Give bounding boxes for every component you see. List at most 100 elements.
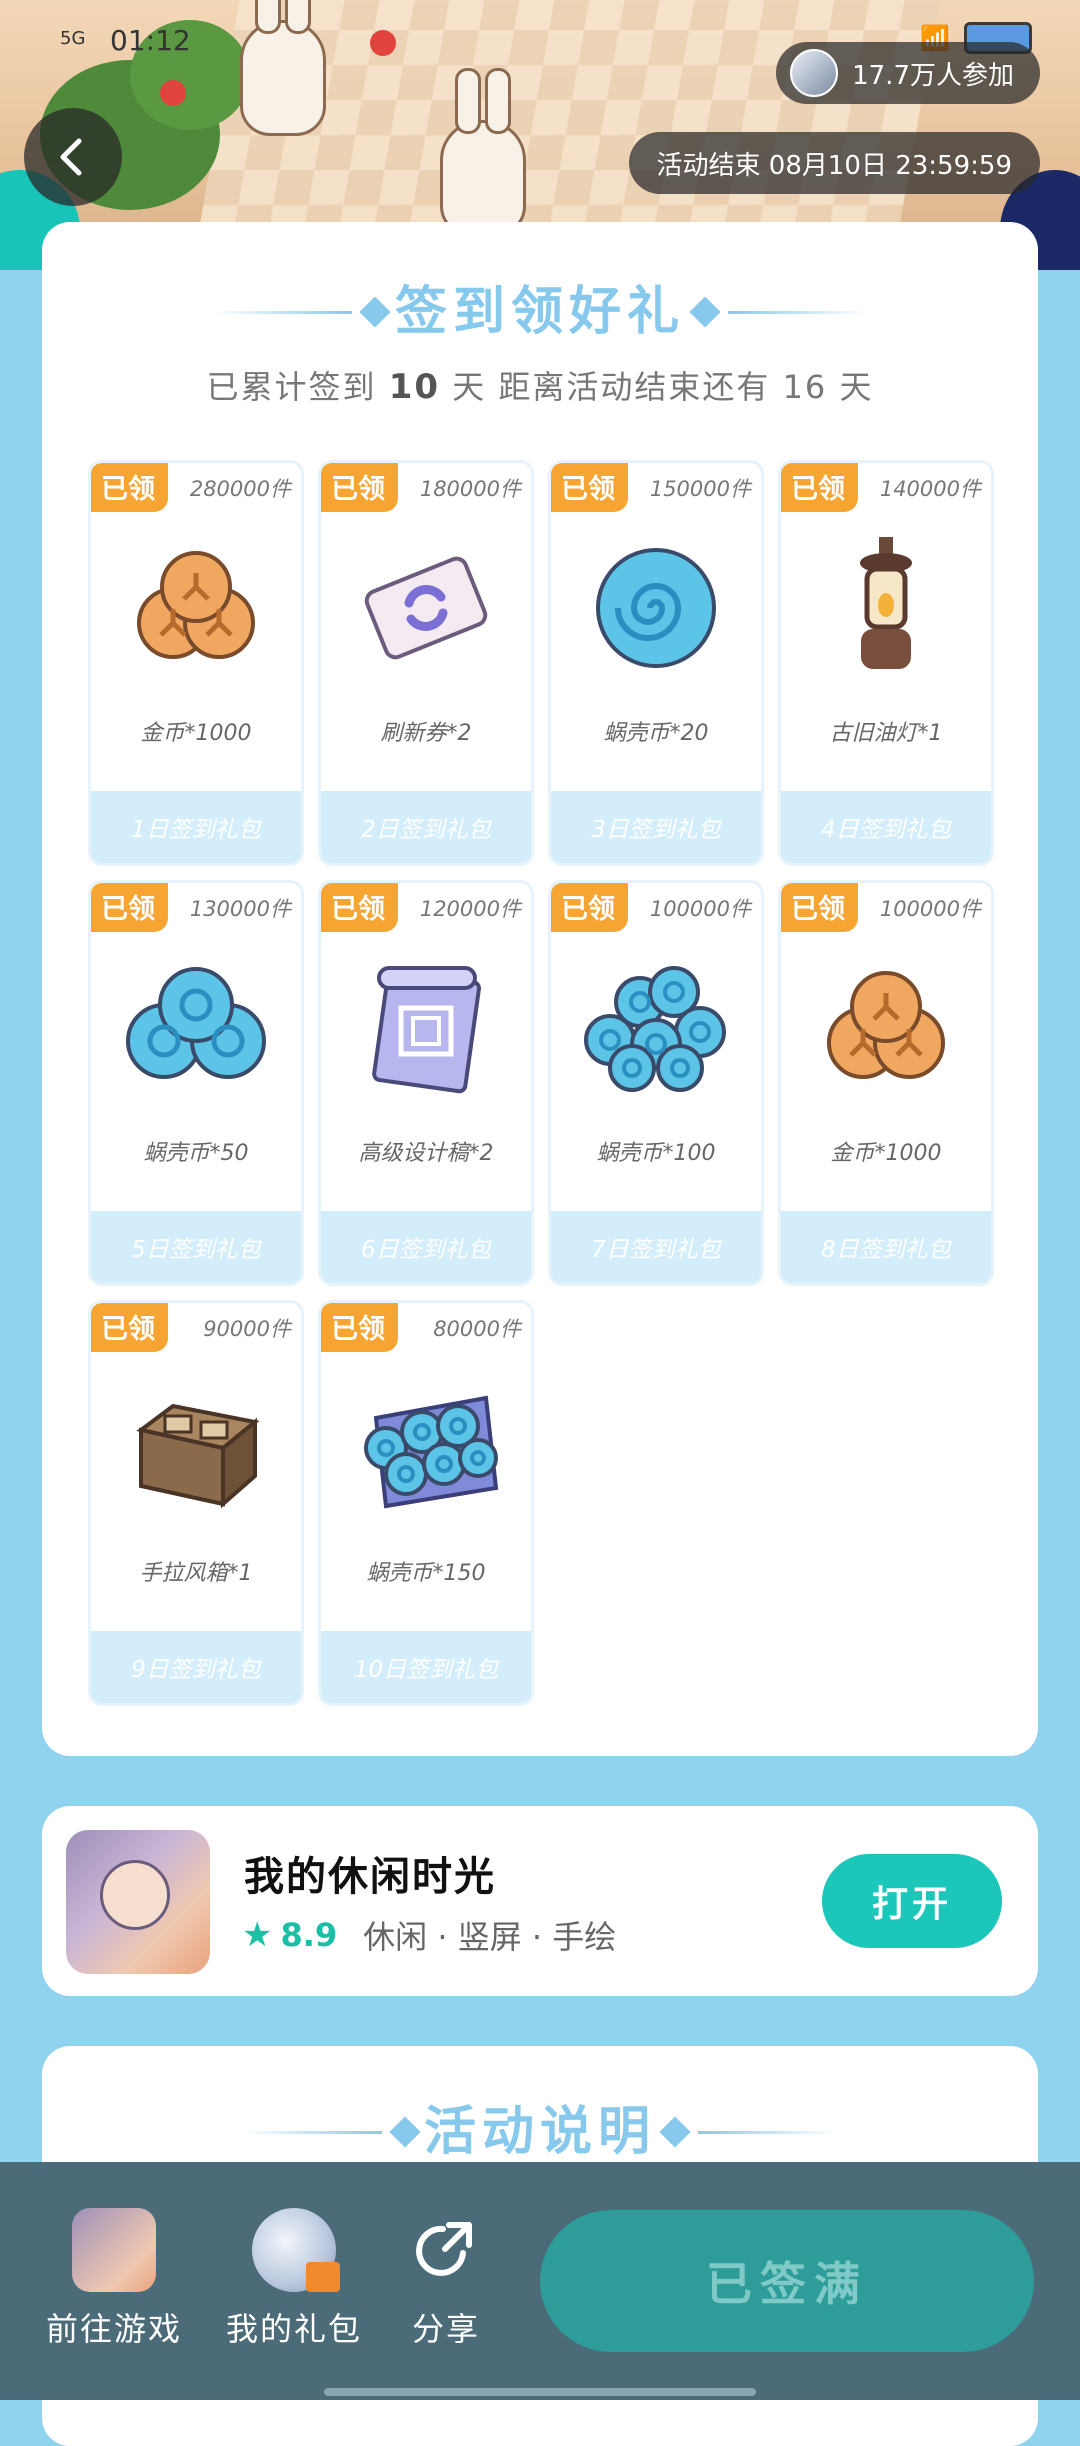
- sparkle-icon: [659, 2116, 691, 2148]
- home-indicator[interactable]: [324, 2388, 756, 2396]
- avatar: [790, 49, 839, 97]
- pack-label: 2日签到礼包: [321, 791, 531, 863]
- pack-label: 1日签到礼包: [91, 791, 301, 863]
- rules-title: 活动说明: [42, 2092, 1038, 2172]
- bottom-action-bar: 前往游戏 我的礼包 分享 已签满: [0, 2162, 1080, 2400]
- reward-name: 蜗壳币*100: [596, 1141, 716, 1166]
- pack-label: 5日签到礼包: [91, 1211, 301, 1283]
- my-gifts-button[interactable]: 我的礼包: [226, 2208, 362, 2350]
- sparkle-icon: [389, 2116, 421, 2148]
- summary-prefix: 已累计签到: [206, 368, 377, 406]
- gift-quantity: 130000件: [189, 897, 291, 921]
- reward-name: 蜗壳币*50: [143, 1141, 249, 1166]
- gift-card-day-3[interactable]: 已领 150000件 蜗壳币*20 3日签到礼包: [548, 460, 764, 866]
- title-decoration-right: [682, 272, 868, 352]
- title-decoration-right: [652, 2092, 838, 2172]
- open-game-button[interactable]: 打开: [822, 1854, 1002, 1948]
- participants-count: 17.7万人参加: [852, 60, 1014, 91]
- game-title: 我的休闲时光: [244, 1854, 496, 1900]
- go-to-game-label: 前往游戏: [46, 2310, 183, 2348]
- gift-card-day-4[interactable]: 已领 140000件 古旧油灯*1 4日签到礼包: [778, 460, 994, 866]
- summary-suffix: 天: [839, 368, 874, 406]
- gold-coin-icon: [781, 953, 991, 1103]
- summary-middle: 天 距离活动结束还有: [452, 368, 771, 406]
- reward-name: 蜗壳币*150: [366, 1561, 486, 1586]
- pack-label: 10日签到礼包: [321, 1631, 531, 1703]
- pack-label: 7日签到礼包: [551, 1211, 761, 1283]
- participants-pill: 17.7万人参加: [776, 42, 1040, 104]
- network-indicator: 5G: [60, 28, 86, 49]
- signin-summary: 已累计签到 10 天 距离活动结束还有 16 天: [42, 362, 1038, 408]
- reward-name: 古旧油灯*1: [829, 721, 943, 746]
- gift-card-day-5[interactable]: 已领 130000件 蜗壳币*50 5日签到礼包: [88, 880, 304, 1286]
- blueprint-icon: [321, 953, 531, 1103]
- claimed-badge: 已领: [321, 883, 398, 932]
- claimed-badge: 已领: [321, 463, 398, 512]
- signin-card: 签到领好礼 已累计签到 10 天 距离活动结束还有 16 天 已领 280000…: [42, 222, 1038, 1756]
- game-app-card[interactable]: 我的休闲时光 ★ 8.9 休闲 · 竖屏 · 手绘 打开: [42, 1806, 1038, 1996]
- gift-card-day-10[interactable]: 已领 80000件 蜗壳币*150 10日签到礼包: [318, 1300, 534, 1706]
- back-button[interactable]: [24, 108, 122, 206]
- claimed-badge: 已领: [91, 463, 168, 512]
- status-time: 01:12: [110, 24, 191, 57]
- banner-rose: [160, 80, 186, 106]
- claimed-badge: 已领: [91, 1303, 168, 1352]
- gift-quantity: 120000件: [419, 897, 521, 921]
- my-gifts-label: 我的礼包: [226, 2310, 363, 2348]
- remaining-days: 16: [782, 368, 828, 406]
- banner-rose: [370, 30, 396, 56]
- rules-title-text: 活动说明: [423, 2102, 656, 2162]
- shell-coins-pile-icon: [551, 953, 761, 1103]
- game-tags: 休闲 · 竖屏 · 手绘: [363, 1918, 617, 1956]
- signin-title-text: 签到领好礼: [394, 282, 685, 342]
- gold-coin-icon: [91, 533, 301, 683]
- gift-quantity: 150000件: [649, 477, 751, 501]
- gift-card-day-2[interactable]: 已领 180000件 刷新券*2 2日签到礼包: [318, 460, 534, 866]
- game-icon: [72, 2208, 156, 2292]
- end-time-text: 活动结束 08月10日 23:59:59: [656, 150, 1012, 181]
- reward-name: 手拉风箱*1: [139, 1561, 253, 1586]
- share-label: 分享: [411, 2310, 480, 2348]
- claimed-badge: 已领: [551, 463, 628, 512]
- title-decoration-left: [242, 2092, 428, 2172]
- refresh-ticket-icon: [321, 533, 531, 683]
- pack-label: 4日签到礼包: [781, 791, 991, 863]
- pack-label: 3日签到礼包: [551, 791, 761, 863]
- gift-quantity: 100000件: [649, 897, 751, 921]
- gift-card-day-9[interactable]: 已领 90000件 手拉风箱*1 9日签到礼包: [88, 1300, 304, 1706]
- gift-quantity: 140000件: [879, 477, 981, 501]
- pack-label: 9日签到礼包: [91, 1631, 301, 1703]
- signin-title: 签到领好礼: [42, 272, 1038, 352]
- reward-name: 刷新券*2: [380, 721, 472, 746]
- pack-label: 8日签到礼包: [781, 1211, 991, 1283]
- banner-bunny: [240, 0, 326, 136]
- claimed-badge: 已领: [781, 883, 858, 932]
- share-button[interactable]: 分享: [404, 2208, 488, 2350]
- chevron-left-icon: [60, 138, 82, 176]
- shell-coins-icon: [91, 953, 301, 1103]
- star-icon: ★: [242, 1915, 273, 1955]
- shell-coin-icon: [551, 533, 761, 683]
- reward-name: 金币*1000: [830, 1141, 942, 1166]
- gift-card-day-8[interactable]: 已领 100000件 金币*1000 8日签到礼包: [778, 880, 994, 1286]
- claimed-badge: 已领: [551, 883, 628, 932]
- gift-card-day-6[interactable]: 已领 120000件 高级设计稿*2 6日签到礼包: [318, 880, 534, 1286]
- claimed-badge: 已领: [781, 463, 858, 512]
- signed-days: 10: [388, 367, 441, 407]
- sparkle-icon: [689, 296, 721, 328]
- claimed-badge: 已领: [321, 1303, 398, 1352]
- gift-card-day-1[interactable]: 已领 280000件 金币*1000 1日签到礼包: [88, 460, 304, 866]
- bellows-icon: [91, 1373, 301, 1523]
- event-end-time: 活动结束 08月10日 23:59:59: [628, 132, 1040, 194]
- go-to-game-button[interactable]: 前往游戏: [46, 2208, 182, 2350]
- reward-name: 高级设计稿*2: [358, 1141, 494, 1166]
- game-app-icon: [66, 1830, 210, 1974]
- claimed-badge: 已领: [91, 883, 168, 932]
- gift-quantity: 80000件: [433, 1317, 521, 1341]
- reward-name: 蜗壳币*20: [603, 721, 709, 746]
- gift-card-day-7[interactable]: 已领 100000件 蜗壳币*100 7日签到礼包: [548, 880, 764, 1286]
- game-meta: ★ 8.9 休闲 · 竖屏 · 手绘: [242, 1912, 616, 1958]
- pack-label: 6日签到礼包: [321, 1211, 531, 1283]
- signed-full-button[interactable]: 已签满: [540, 2210, 1034, 2352]
- reward-name: 金币*1000: [140, 721, 252, 746]
